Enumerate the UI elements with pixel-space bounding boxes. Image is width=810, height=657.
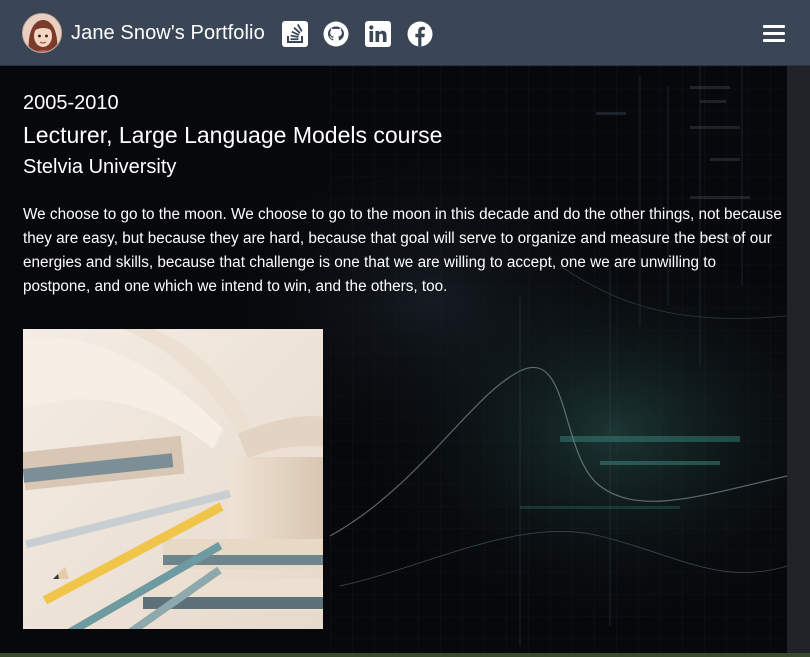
stack-overflow-icon[interactable] (282, 21, 308, 47)
brand-title[interactable]: Jane Snow's Portfolio (71, 21, 265, 45)
experience-description: We choose to go to the moon. We choose t… (23, 206, 782, 295)
hamburger-menu-icon[interactable] (763, 25, 785, 43)
linkedin-icon[interactable] (365, 21, 391, 47)
navbar: Jane Snow's Portfolio (0, 0, 810, 66)
experience-organization: Stelvia University (23, 156, 177, 178)
scrollbar[interactable] (787, 66, 810, 657)
experience-period: 2005-2010 (23, 92, 119, 114)
portfolio-page: Jane Snow's Portfolio 2005-2010 Lecturer… (0, 0, 810, 657)
open-books-and-pencils-photo (23, 329, 323, 629)
avatar[interactable] (22, 13, 62, 53)
bottom-edge-strip (0, 653, 810, 657)
facebook-icon[interactable] (407, 21, 433, 47)
experience-role: Lecturer, Large Language Models course (23, 122, 443, 148)
github-icon[interactable] (323, 21, 349, 47)
